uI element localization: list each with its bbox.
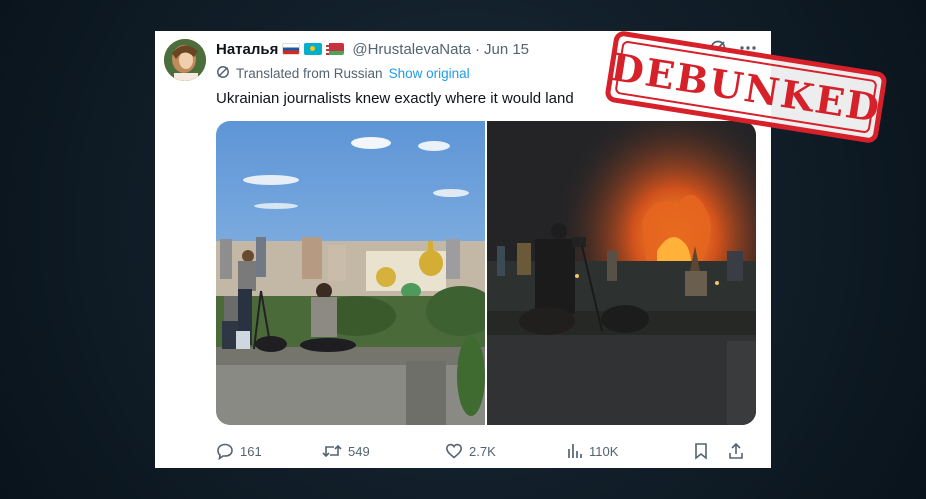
repost-action[interactable]: 549 [322,442,445,460]
reply-icon[interactable] [216,442,234,460]
reply-count: 161 [240,443,262,459]
russia-flag-icon [282,43,301,55]
show-original-link[interactable]: Show original [389,66,470,81]
repost-icon[interactable] [322,442,342,460]
views-action[interactable]: 110K [567,443,693,459]
like-count: 2.7K [469,443,496,459]
translated-label: Translated from Russian [236,66,383,81]
daytime-kyiv-rooftop-photo[interactable] [216,121,485,425]
views-count: 110K [589,443,619,459]
like-action[interactable]: 2.7K [445,442,567,460]
display-name[interactable]: Наталья [216,41,278,58]
separator-dot: · [474,40,480,58]
bookmark-icon[interactable] [693,442,709,460]
views-icon[interactable] [567,443,583,459]
repost-count: 549 [348,443,370,459]
user-handle[interactable]: @HrustalevaNata [352,41,471,58]
avatar[interactable] [164,39,206,81]
tweet-media[interactable] [216,121,756,425]
tweet-actions: 161 549 2.7K 110K [216,440,756,462]
translate-icon [216,65,230,82]
night-fire-rooftop-photo[interactable] [487,121,756,425]
tweet-date[interactable]: Jun 15 [484,41,529,58]
kazakhstan-flag-icon [304,43,323,55]
like-icon[interactable] [445,442,463,460]
tweet-text: Ukrainian journalists knew exactly where… [216,90,574,107]
translation-notice: Translated from Russian Show original [216,65,470,82]
bookmark-share-group [693,442,745,460]
share-icon[interactable] [727,442,745,460]
tweet-header: Наталья @HrustalevaNata · Jun 15 [216,39,529,59]
belarus-flag-icon [326,43,345,55]
reply-action[interactable]: 161 [216,442,322,460]
